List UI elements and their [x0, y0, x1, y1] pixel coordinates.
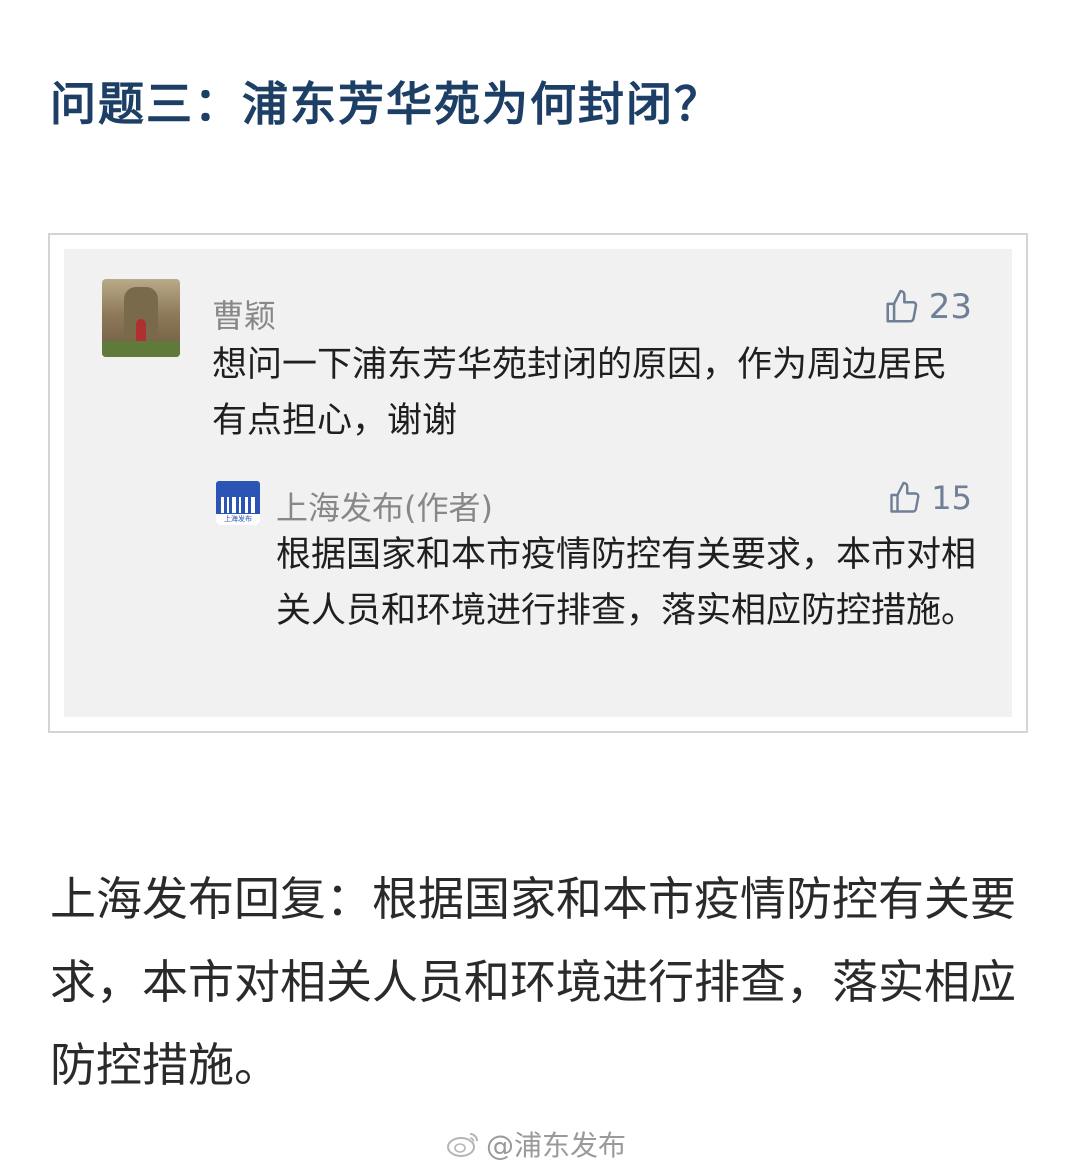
- comment-card-inner: 曹颖 23 想问一下浦东芳华苑封闭的原因，作为周边居民有点担心，谢谢 上海发布 …: [64, 249, 1012, 717]
- comment-like-count: 23: [928, 287, 972, 327]
- article-heading: 问题三：浦东芳华苑为何封闭？: [50, 77, 722, 131]
- reply-text: 根据国家和本市疫情防控有关要求，本市对相关人员和环境进行排查，落实相应防控措施。: [276, 535, 977, 631]
- reply-author-name[interactable]: 上海发布(作者): [276, 483, 493, 529]
- comment-like-button[interactable]: 23: [883, 287, 972, 327]
- reply-like-count: 15: [931, 479, 972, 517]
- user-avatar[interactable]: [102, 279, 180, 357]
- comment-author-name[interactable]: 曹颖: [212, 291, 276, 337]
- thumbs-up-icon: [890, 481, 920, 513]
- article-body-paragraph: 上海发布回复：根据国家和本市疫情防控有关要求，本市对相关人员和环境进行排查，落实…: [50, 872, 1016, 1092]
- thumbs-up-icon: [886, 289, 917, 323]
- comment-text: 想问一下浦东芳华苑封闭的原因，作为周边居民有点担心，谢谢: [212, 345, 948, 441]
- reply-like-button[interactable]: 15: [887, 479, 972, 517]
- avatar-photo-ground: [102, 341, 180, 357]
- weibo-icon: [447, 1133, 478, 1157]
- shanghai-fabu-logo-icon[interactable]: 上海发布: [216, 481, 260, 525]
- watermark-text: @浦东发布: [486, 1129, 627, 1162]
- weibo-watermark: @浦东发布: [446, 1124, 626, 1164]
- comment-card: 曹颖 23 想问一下浦东芳华苑封闭的原因，作为周边居民有点担心，谢谢 上海发布 …: [48, 233, 1028, 733]
- skyline-graphic: [221, 497, 255, 513]
- logo-caption: 上海发布: [216, 514, 260, 525]
